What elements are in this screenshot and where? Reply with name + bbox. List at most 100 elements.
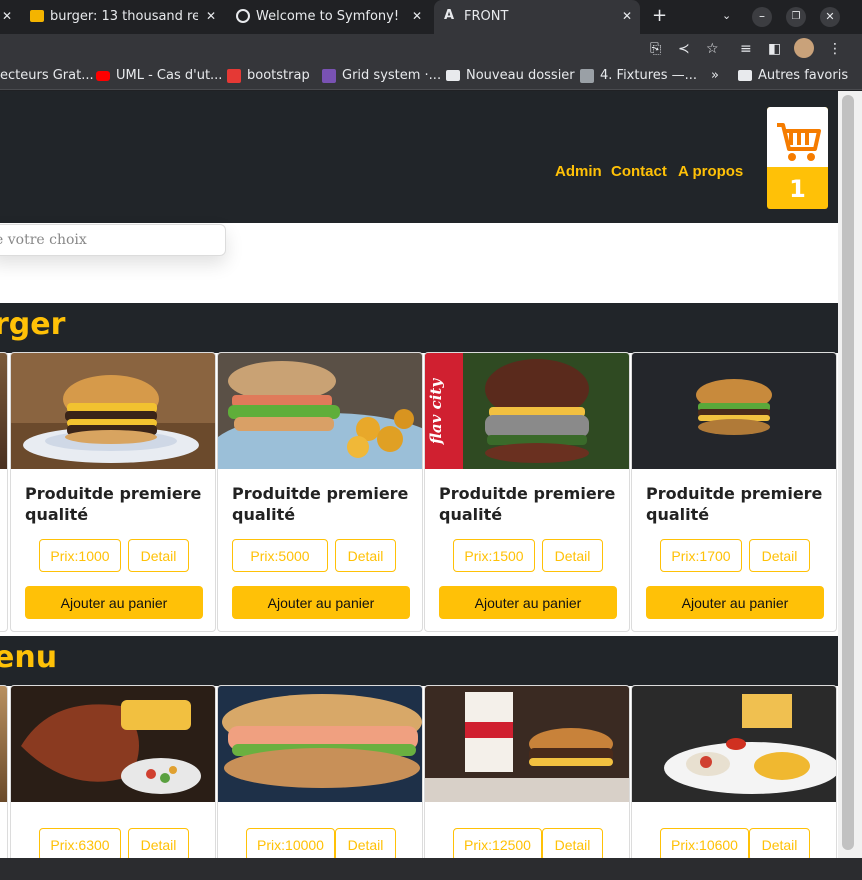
product-card: Prix:10600 Detail xyxy=(631,685,837,858)
translate-icon[interactable]: ⎘ xyxy=(650,41,661,57)
close-icon[interactable]: ✕ xyxy=(622,9,632,23)
window-bottom-edge xyxy=(0,858,862,880)
nav-apropos-link[interactable]: A propos xyxy=(678,163,743,180)
cart-icon xyxy=(767,107,828,169)
bootstrap-icon xyxy=(322,68,336,83)
bookmark-item[interactable]: Grid system ·... xyxy=(322,68,441,83)
site-header: Admin Contact A propos 1 xyxy=(0,91,838,223)
product-title: Produitde premiere qualité xyxy=(25,484,202,524)
product-image xyxy=(632,686,836,802)
section-title: enu xyxy=(0,640,58,675)
star-icon[interactable]: ☆ xyxy=(706,41,719,57)
add-to-cart-button[interactable]: Ajouter au panier xyxy=(232,586,410,619)
product-image xyxy=(11,353,215,469)
product-title: Produitde premiere qualité xyxy=(439,484,616,524)
detail-button[interactable]: Detail xyxy=(335,828,396,858)
tab-symfony[interactable]: Welcome to Symfony! ✕ xyxy=(228,0,430,34)
price-button[interactable]: Prix:10000 xyxy=(246,828,335,858)
close-icon[interactable]: ✕ xyxy=(2,9,12,23)
tab-search-icon[interactable]: ⌄ xyxy=(722,9,731,22)
page-viewport: Admin Contact A propos 1 e votre choix r… xyxy=(0,91,838,858)
browser-toolbar: ⎘ ≺ ☆ ≡ ◧ ⋮ xyxy=(0,34,862,62)
profile-avatar[interactable] xyxy=(794,38,814,58)
close-icon[interactable]: ✕ xyxy=(206,9,216,23)
cart-count: 1 xyxy=(789,175,806,203)
price-button[interactable]: Prix:1700 xyxy=(660,539,742,572)
globe-icon xyxy=(236,9,250,23)
product-image xyxy=(11,686,215,802)
price-button[interactable]: Prix:10600 xyxy=(660,828,749,858)
flav-city-logo: flav city xyxy=(427,378,445,444)
restore-button[interactable]: ❐ xyxy=(786,7,806,27)
product-title: Produitde premiere qualité xyxy=(646,484,823,524)
price-button[interactable]: Prix:12500 xyxy=(453,828,542,858)
side-panel-icon[interactable]: ◧ xyxy=(768,41,781,57)
bookmarks-bar: ecteurs Grat... UML - Cas d'ut... bootst… xyxy=(0,62,862,90)
product-image xyxy=(425,686,629,802)
more-bookmarks-button[interactable]: » xyxy=(711,68,719,83)
tab-title: FRONT xyxy=(464,9,509,24)
page-icon xyxy=(580,68,594,83)
price-button[interactable]: Prix:1500 xyxy=(453,539,535,572)
bookmark-label: bootstrap xyxy=(247,68,310,83)
product-title: Produitde premiere qualité xyxy=(232,484,409,524)
browser-tab-strip: ✕ burger: 13 thousand resu ✕ Welcome to … xyxy=(0,0,862,34)
detail-button[interactable]: Detail xyxy=(335,539,396,572)
detail-button[interactable]: Detail xyxy=(749,828,810,858)
detail-button[interactable]: Detail xyxy=(749,539,810,572)
ep-icon xyxy=(227,68,241,83)
product-card: Produitde premiere qualité Prix:1000 Det… xyxy=(10,352,216,632)
tab-burger[interactable]: burger: 13 thousand resu ✕ xyxy=(24,0,224,34)
close-icon[interactable]: ✕ xyxy=(412,9,422,23)
bookmark-item[interactable]: ecteurs Grat... xyxy=(0,68,94,83)
search-placeholder: e votre choix xyxy=(0,232,87,248)
folder-icon xyxy=(738,70,752,81)
youtube-icon xyxy=(96,70,110,81)
search-input[interactable]: e votre choix xyxy=(0,224,226,256)
tab-title: Welcome to Symfony! xyxy=(256,9,400,24)
close-window-button[interactable]: ✕ xyxy=(820,7,840,27)
bookmark-item[interactable]: Autres favoris xyxy=(738,68,848,83)
bookmark-label: » xyxy=(711,68,719,83)
new-tab-button[interactable]: + xyxy=(652,5,667,26)
bookmark-label: Autres favoris xyxy=(758,68,849,83)
detail-button[interactable]: Detail xyxy=(542,539,603,572)
bookmark-label: Nouveau dossier xyxy=(466,68,575,83)
price-button[interactable]: Prix:1000 xyxy=(39,539,121,572)
product-card-partial xyxy=(0,352,8,632)
detail-button[interactable]: Detail xyxy=(128,539,189,572)
menu-icon[interactable]: ⋮ xyxy=(828,41,842,57)
cart-button[interactable]: 1 xyxy=(767,107,828,209)
detail-button[interactable]: Detail xyxy=(542,828,603,858)
price-button[interactable]: Prix:6300 xyxy=(39,828,121,858)
bookmark-item[interactable]: bootstrap xyxy=(227,68,310,83)
product-card: Produitde premiere qualité Prix:5000 Det… xyxy=(217,352,423,632)
add-to-cart-button[interactable]: Ajouter au panier xyxy=(25,586,203,619)
share-icon[interactable]: ≺ xyxy=(678,41,690,57)
bookmark-item[interactable]: Nouveau dossier xyxy=(446,68,575,83)
bookmark-item[interactable]: UML - Cas d'ut... xyxy=(96,68,222,83)
nav-admin-link[interactable]: Admin xyxy=(555,163,602,180)
add-to-cart-button[interactable]: Ajouter au panier xyxy=(646,586,824,619)
add-to-cart-button[interactable]: Ajouter au panier xyxy=(439,586,617,619)
section-header-burger: rger xyxy=(0,303,838,353)
bookmark-item[interactable]: 4. Fixtures —... xyxy=(580,68,697,83)
product-card: Produitde premiere qualité Prix:1700 Det… xyxy=(631,352,837,632)
product-card: flav city Produitde premiere qualité Pri… xyxy=(424,352,630,632)
product-image xyxy=(632,353,836,469)
detail-button[interactable]: Detail xyxy=(128,828,189,858)
bookmark-label: 4. Fixtures —... xyxy=(600,68,698,83)
section-header-menu: enu xyxy=(0,636,838,686)
angular-icon: A xyxy=(444,8,455,23)
tab-partial[interactable]: ✕ xyxy=(0,0,22,34)
minimize-button[interactable]: – xyxy=(752,7,772,27)
price-button[interactable]: Prix:5000 xyxy=(232,539,328,572)
scrollbar-thumb[interactable] xyxy=(842,95,854,850)
bookmark-label: Grid system ·... xyxy=(342,68,442,83)
tab-front[interactable]: A FRONT ✕ xyxy=(434,0,640,34)
media-icon[interactable]: ≡ xyxy=(740,41,752,57)
tab-title: burger: 13 thousand resu xyxy=(50,9,198,24)
nav-contact-link[interactable]: Contact xyxy=(611,163,667,180)
product-image xyxy=(0,353,7,469)
product-card: Prix:6300 Detail xyxy=(10,685,216,858)
